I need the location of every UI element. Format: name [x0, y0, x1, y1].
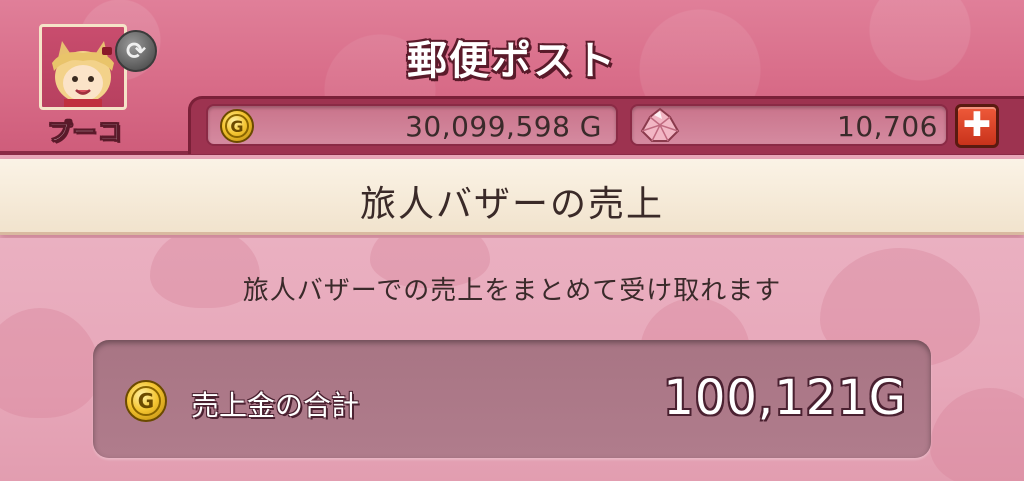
sales-total-label: 売上金の合計	[191, 389, 360, 422]
gem-icon	[640, 107, 680, 142]
coin-letter: G	[230, 116, 244, 136]
player-name: プーコ	[47, 118, 123, 147]
gem-value: 10,706	[837, 110, 938, 143]
section-title: 旅人バザーの売上	[359, 184, 664, 225]
sales-total-value: 100,121G	[663, 370, 907, 426]
sales-total-panel: G 売上金の合計 100,121G	[93, 340, 931, 458]
coin-letter: G	[137, 389, 155, 413]
gold-coin-icon: G	[125, 380, 167, 422]
background-slime-decoration	[0, 308, 100, 418]
gem-balance: 10,706	[630, 104, 948, 146]
add-gems-button[interactable]: ✚	[955, 104, 999, 148]
gold-coin-icon: G	[220, 109, 254, 143]
description-text: 旅人バザーでの売上をまとめて受け取れます	[242, 276, 782, 306]
background-slime-decoration	[930, 388, 1024, 481]
gold-value: 30,099,598 G	[405, 110, 602, 143]
gold-balance: G 30,099,598 G	[206, 104, 618, 146]
screen-title: 郵便ポスト	[407, 38, 617, 84]
